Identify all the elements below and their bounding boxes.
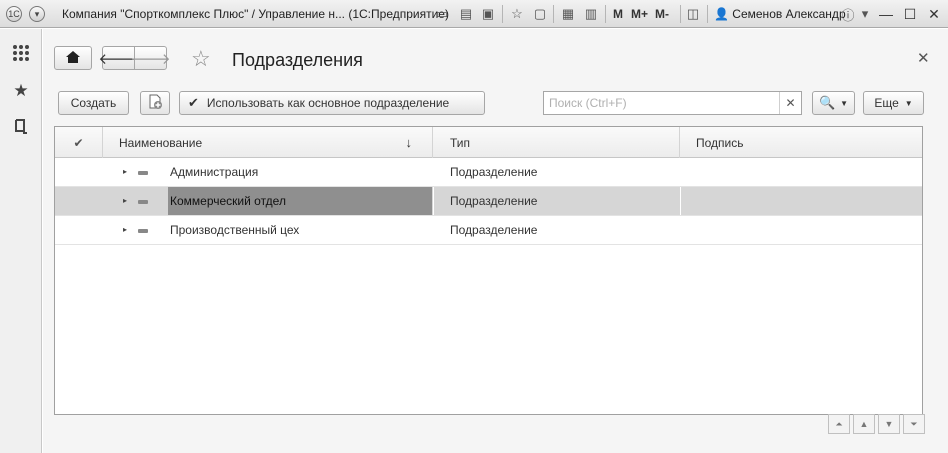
department-icon: [138, 171, 148, 175]
department-icon: [138, 229, 148, 233]
close-form-icon[interactable]: ✕: [917, 49, 930, 67]
copy-button[interactable]: [140, 91, 170, 115]
search-input[interactable]: [544, 92, 776, 114]
go-down-button[interactable]: ▼: [878, 414, 900, 434]
row-signature: [696, 158, 916, 186]
clear-search-icon[interactable]: ✕: [779, 92, 801, 114]
history-panel-icon[interactable]: [11, 117, 31, 137]
page-down-icon: ▼: [884, 419, 894, 429]
all-functions-icon[interactable]: [11, 43, 31, 63]
window-title: Компания "Спорткомплекс Плюс" / Управлен…: [62, 7, 449, 21]
more-button[interactable]: Еще ▼: [863, 91, 924, 115]
search-field: ✕: [543, 91, 802, 115]
panels-icon[interactable]: ◫: [685, 6, 701, 22]
user-icon: 👤: [714, 7, 729, 21]
print-icon[interactable]: ▭: [434, 6, 450, 22]
history-icon[interactable]: ▢: [532, 6, 548, 22]
page-up-icon: ▲: [859, 419, 869, 429]
expand-arrow-icon[interactable]: ▸: [123, 167, 127, 176]
page-title: Подразделения: [232, 50, 363, 70]
table-header: ✔ Наименование ↓ Тип Подпись: [55, 127, 922, 158]
add-document-icon: [147, 94, 163, 113]
sections-panel: ★: [0, 29, 42, 453]
expand-arrow-icon[interactable]: ▸: [123, 196, 127, 205]
favorite-star-icon[interactable]: ☆: [191, 46, 211, 72]
go-up-button[interactable]: ▲: [853, 414, 875, 434]
last-page-icon: ⏷: [910, 418, 918, 429]
chevron-down-icon: ▼: [840, 98, 849, 108]
table-row[interactable]: ▸ Коммерческий отдел Подразделение: [55, 187, 922, 216]
checkmark-icon: ✔: [188, 95, 199, 110]
row-name: Производственный цех: [170, 223, 300, 237]
expand-arrow-icon[interactable]: ▸: [123, 225, 127, 234]
search-options-button[interactable]: 🔍 ▼: [812, 91, 855, 115]
row-type: Подразделение: [450, 194, 538, 208]
row-signature: [696, 216, 916, 244]
info-icon[interactable]: ⓘ: [840, 6, 856, 23]
row-signature: [696, 187, 916, 215]
mark-column-header[interactable]: ✔: [55, 127, 103, 158]
departments-table[interactable]: ✔ Наименование ↓ Тип Подпись ▸ Администр…: [54, 126, 923, 415]
table-row[interactable]: ▸ Производственный цех Подразделение: [55, 216, 922, 245]
go-last-button[interactable]: ⏷: [903, 414, 925, 434]
signature-column-label: Подпись: [696, 135, 744, 150]
create-button[interactable]: Создать: [58, 91, 129, 115]
print-preview-icon[interactable]: ▤: [458, 6, 474, 22]
forward-button[interactable]: 🡒: [130, 46, 171, 70]
favorites-icon[interactable]: ★: [11, 81, 31, 101]
memory-minus-button[interactable]: M-: [655, 7, 669, 21]
minimize-button[interactable]: —: [876, 4, 896, 24]
signature-column-header[interactable]: Подпись: [680, 127, 922, 158]
save-icon[interactable]: ▣: [480, 6, 496, 22]
home-icon: [66, 50, 80, 66]
name-column-header[interactable]: Наименование ↓: [103, 127, 433, 158]
calendar-icon[interactable]: ▥: [583, 6, 599, 22]
checkmark-icon: ✔: [73, 135, 84, 150]
row-type: Подразделение: [450, 223, 538, 237]
chevron-down-icon: ▼: [904, 98, 913, 108]
more-label: Еще: [874, 96, 899, 110]
calculator-icon[interactable]: ▦: [560, 6, 576, 22]
type-column-label: Тип: [450, 135, 471, 150]
memory-button[interactable]: M: [613, 7, 623, 21]
table-row[interactable]: ▸ Администрация Подразделение: [55, 158, 922, 187]
go-first-button[interactable]: ⏶: [828, 414, 850, 434]
memory-plus-button[interactable]: M+: [631, 7, 648, 21]
name-column-label: Наименование: [119, 135, 203, 150]
sort-arrow-icon: ↓: [405, 135, 413, 150]
user-name: Семенов Александр: [732, 7, 846, 21]
favorites-add-icon[interactable]: ☆: [509, 6, 525, 22]
row-name: Коммерческий отдел: [168, 187, 432, 215]
use-as-main-label: Использовать как основное подразделение: [206, 96, 450, 110]
magnifier-icon: 🔍: [818, 95, 836, 110]
row-name: Администрация: [170, 165, 259, 179]
window-titlebar: 1С ▾ Компания "Спорткомплекс Плюс" / Упр…: [0, 0, 948, 28]
use-as-main-button[interactable]: ✔ Использовать как основное подразделени…: [179, 91, 485, 115]
app-logo-icon[interactable]: 1С: [6, 6, 22, 22]
close-window-button[interactable]: ✕: [924, 4, 944, 24]
home-button[interactable]: [54, 46, 92, 70]
main-menu-icon[interactable]: ▾: [29, 6, 45, 22]
row-type: Подразделение: [450, 165, 538, 179]
current-user[interactable]: 👤 Семенов Александр: [714, 7, 846, 21]
department-icon: [138, 200, 148, 204]
form-area: 🡐 🡒 ☆ Подразделения ✕ Создать ✔ Использо…: [43, 29, 948, 453]
info-dropdown-icon[interactable]: ▾: [857, 6, 873, 22]
maximize-button[interactable]: ☐: [900, 4, 920, 24]
arrow-right-icon: 🡒: [130, 50, 171, 68]
type-column-header[interactable]: Тип: [433, 127, 680, 158]
first-page-icon: ⏶: [835, 418, 843, 429]
